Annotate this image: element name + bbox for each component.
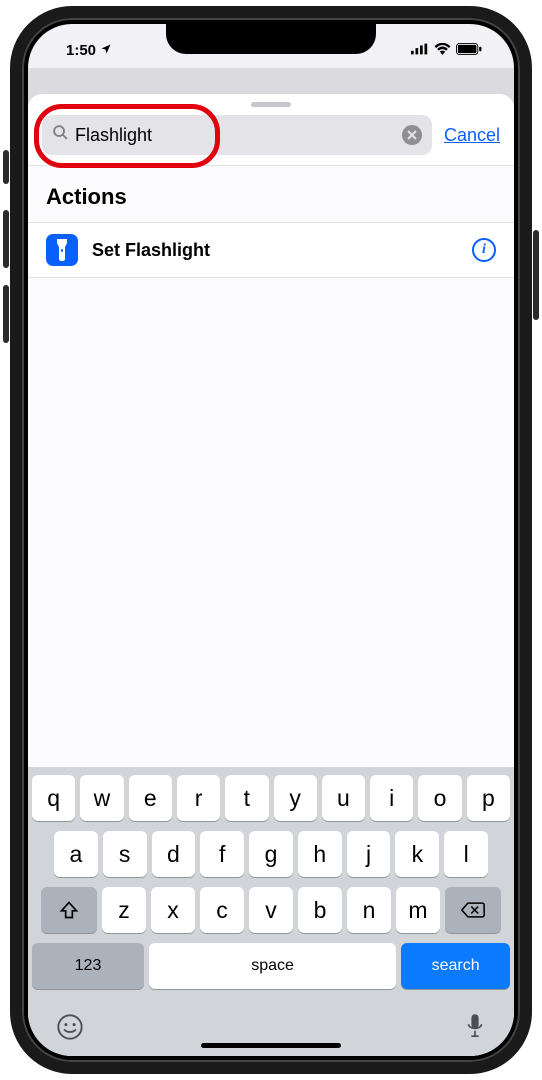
key-c[interactable]: c bbox=[200, 887, 244, 933]
wifi-icon bbox=[434, 42, 451, 59]
key-e[interactable]: e bbox=[129, 775, 172, 821]
battery-icon bbox=[456, 42, 482, 59]
location-icon bbox=[100, 42, 112, 59]
key-y[interactable]: y bbox=[274, 775, 317, 821]
key-d[interactable]: d bbox=[152, 831, 196, 877]
key-r[interactable]: r bbox=[177, 775, 220, 821]
keyboard-row-1: qwertyuiop bbox=[32, 775, 510, 821]
key-t[interactable]: t bbox=[225, 775, 268, 821]
key-s[interactable]: s bbox=[103, 831, 147, 877]
status-time: 1:50 bbox=[66, 42, 96, 59]
delete-key[interactable] bbox=[445, 887, 501, 933]
cellular-icon bbox=[411, 42, 429, 59]
search-row: Cancel bbox=[28, 113, 514, 165]
key-j[interactable]: j bbox=[347, 831, 391, 877]
power-button[interactable] bbox=[533, 230, 539, 320]
key-f[interactable]: f bbox=[200, 831, 244, 877]
key-l[interactable]: l bbox=[444, 831, 488, 877]
search-input[interactable] bbox=[75, 125, 396, 146]
shift-key[interactable] bbox=[41, 887, 97, 933]
key-k[interactable]: k bbox=[395, 831, 439, 877]
keyboard-row-3: zxcvbnm bbox=[32, 887, 510, 933]
key-p[interactable]: p bbox=[467, 775, 510, 821]
search-field[interactable] bbox=[42, 115, 432, 155]
key-v[interactable]: v bbox=[249, 887, 293, 933]
search-icon bbox=[52, 124, 69, 146]
key-h[interactable]: h bbox=[298, 831, 342, 877]
key-u[interactable]: u bbox=[322, 775, 365, 821]
screen: 1:50 bbox=[28, 24, 514, 1056]
silent-switch[interactable] bbox=[3, 150, 9, 184]
key-q[interactable]: q bbox=[32, 775, 75, 821]
action-row-set-flashlight[interactable]: Set Flashlight i bbox=[28, 223, 514, 278]
key-b[interactable]: b bbox=[298, 887, 342, 933]
volume-up-button[interactable] bbox=[3, 210, 9, 268]
key-n[interactable]: n bbox=[347, 887, 391, 933]
dictation-key[interactable] bbox=[464, 1013, 486, 1048]
sheet-grabber[interactable] bbox=[251, 102, 291, 107]
key-g[interactable]: g bbox=[249, 831, 293, 877]
phone-frame: 1:50 bbox=[10, 6, 532, 1074]
flashlight-icon bbox=[46, 234, 78, 266]
home-indicator[interactable] bbox=[201, 1043, 341, 1048]
clear-search-button[interactable] bbox=[402, 125, 422, 145]
empty-space bbox=[28, 278, 514, 767]
key-i[interactable]: i bbox=[370, 775, 413, 821]
search-key[interactable]: search bbox=[401, 943, 510, 989]
section-header-actions: Actions bbox=[28, 165, 514, 223]
keyboard-row-4: 123 space search bbox=[32, 943, 510, 989]
search-sheet: Cancel Actions Set Flashlight i qwertyui… bbox=[28, 94, 514, 1056]
key-z[interactable]: z bbox=[102, 887, 146, 933]
space-key[interactable]: space bbox=[149, 943, 396, 989]
key-a[interactable]: a bbox=[54, 831, 98, 877]
volume-down-button[interactable] bbox=[3, 285, 9, 343]
info-button[interactable]: i bbox=[472, 238, 496, 262]
keyboard: qwertyuiop asdfghjkl zxcvbnm 123 space s… bbox=[28, 767, 514, 1056]
key-m[interactable]: m bbox=[396, 887, 440, 933]
key-x[interactable]: x bbox=[151, 887, 195, 933]
action-label: Set Flashlight bbox=[92, 240, 458, 261]
emoji-key[interactable] bbox=[56, 1013, 84, 1048]
notch bbox=[166, 24, 376, 54]
numbers-key[interactable]: 123 bbox=[32, 943, 144, 989]
key-w[interactable]: w bbox=[80, 775, 123, 821]
keyboard-row-2: asdfghjkl bbox=[32, 831, 510, 877]
cancel-button[interactable]: Cancel bbox=[444, 125, 500, 146]
key-o[interactable]: o bbox=[418, 775, 461, 821]
